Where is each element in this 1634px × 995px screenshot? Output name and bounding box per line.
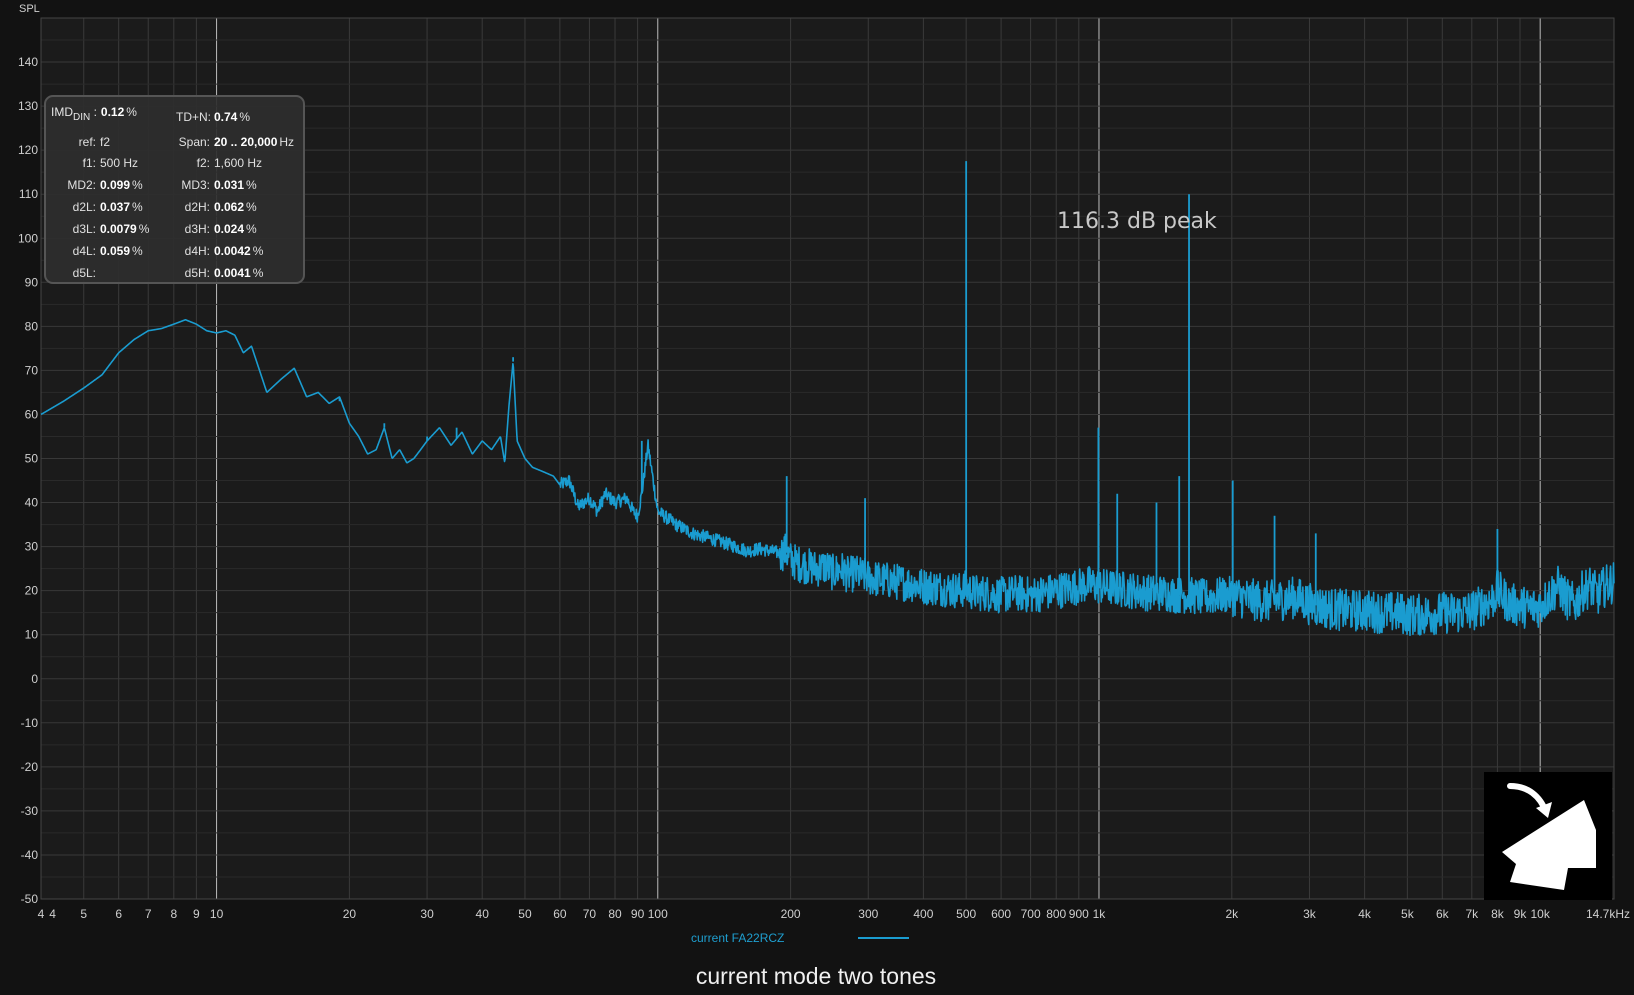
stat-d4h: d4H: 0.0042% [184, 244, 264, 258]
y-tick-label: 50 [25, 452, 39, 466]
stat-md2: MD2: 0.099% [67, 178, 143, 192]
y-tick-label: -20 [21, 760, 39, 774]
y-tick-label: 10 [25, 628, 39, 642]
y-tick-label: 40 [25, 496, 39, 510]
y-tick-label: 0 [31, 672, 38, 686]
stat-d5l: d5L: [72, 266, 96, 280]
stat-span: Span: 20 .. 20,000 Hz [178, 135, 295, 149]
x-tick-label: 30 [420, 907, 434, 921]
x-tick-label: 4 [49, 907, 56, 921]
x-tick-label: 5 [80, 907, 87, 921]
x-tick-label: 3k [1303, 907, 1317, 921]
x-tick-label: 6 [115, 907, 122, 921]
x-tick-label: 700 [1021, 907, 1041, 921]
y-tick-label: 130 [18, 99, 38, 113]
x-tick-label: 10k [1530, 907, 1550, 921]
x-tick-label: 500 [956, 907, 976, 921]
y-tick-label: 80 [25, 319, 39, 333]
house-arrow-graphic [1502, 783, 1596, 890]
x-tick-label: 5k [1401, 907, 1415, 921]
stat-imd-label: IMDDIN : [51, 105, 97, 123]
y-tick-label: -40 [21, 848, 39, 862]
peak-annotation: 116.3 dB peak [1057, 209, 1217, 234]
x-tick-label: 20 [343, 907, 357, 921]
x-tick-label: 70 [583, 907, 597, 921]
stat-d2h: d2H: 0.062% [184, 200, 257, 214]
stat-md3: MD3: 0.031% [181, 178, 257, 192]
x-tick-label: 600 [991, 907, 1011, 921]
x-tick-label: 60 [553, 907, 567, 921]
chart-caption: current mode two tones [696, 963, 936, 989]
y-tick-label: 30 [25, 540, 39, 554]
stat-tdn: TD+N: 0.74% [176, 110, 251, 124]
y-tick-label: 60 [25, 407, 39, 421]
imd-stats-panel[interactable]: IMDDIN :0.12% TD+N: 0.74% ref: f2 Span: 20 … [44, 95, 305, 284]
stat-d2l: d2L: 0.037% [72, 200, 143, 214]
x-tick-label: 7k [1465, 907, 1479, 921]
stat-ref: ref: f2 [78, 135, 111, 149]
house-arrow-icon [1484, 772, 1612, 900]
stat-d3h: d3H: 0.024% [184, 222, 257, 236]
y-tick-label: 20 [25, 584, 39, 598]
x-tick-label: 14.7kHz [1586, 907, 1630, 921]
x-tick-label: 4k [1358, 907, 1372, 921]
x-tick-label: 90 [631, 907, 645, 921]
x-tick-label: 40 [476, 907, 490, 921]
x-tick-label: 8k [1491, 907, 1505, 921]
x-tick-label: 4 [38, 907, 45, 921]
x-tick-label: 8 [170, 907, 177, 921]
x-tick-label: 300 [858, 907, 878, 921]
x-tick-label: 7 [145, 907, 152, 921]
y-tick-label: 100 [18, 231, 38, 245]
y-axis-label: SPL [19, 3, 40, 15]
y-tick-label: 90 [25, 275, 39, 289]
y-tick-label: 110 [19, 187, 38, 201]
stat-imd: IMDDIN :0.12% [51, 105, 137, 123]
stat-d3l: d3L: 0.0079% [72, 222, 150, 236]
y-tick-label: -50 [21, 892, 39, 906]
x-tick-label: 50 [518, 907, 532, 921]
x-tick-label: 400 [913, 907, 933, 921]
y-tick-label: -30 [21, 804, 39, 818]
x-tick-label: 200 [781, 907, 801, 921]
y-tick-label: -10 [21, 716, 39, 730]
y-tick-label: 140 [18, 55, 38, 69]
stat-f2: f2: 1,600 Hz [196, 156, 263, 170]
x-tick-label: 9 [193, 907, 200, 921]
stat-d5h: d5H: 0.0041% [184, 266, 264, 280]
x-tick-label: 900 [1069, 907, 1089, 921]
stat-f1: f1: 500 Hz [82, 156, 139, 170]
y-tick-label: 120 [18, 143, 38, 157]
legend-entry-label: current FA22RCZ [691, 931, 784, 945]
x-tick-label: 10 [210, 907, 224, 921]
stat-imd-value: 0.12 [100, 105, 125, 119]
x-tick-label: 800 [1046, 907, 1066, 921]
stat-d4l: d4L: 0.059% [72, 244, 143, 258]
y-tick-label: 70 [25, 363, 39, 377]
x-tick-label: 80 [608, 907, 622, 921]
x-tick-label: 6k [1436, 907, 1450, 921]
x-tick-label: 9k [1514, 907, 1528, 921]
x-tick-label: 100 [648, 907, 668, 921]
x-tick-label: 2k [1225, 907, 1239, 921]
x-tick-label: 1k [1093, 907, 1107, 921]
